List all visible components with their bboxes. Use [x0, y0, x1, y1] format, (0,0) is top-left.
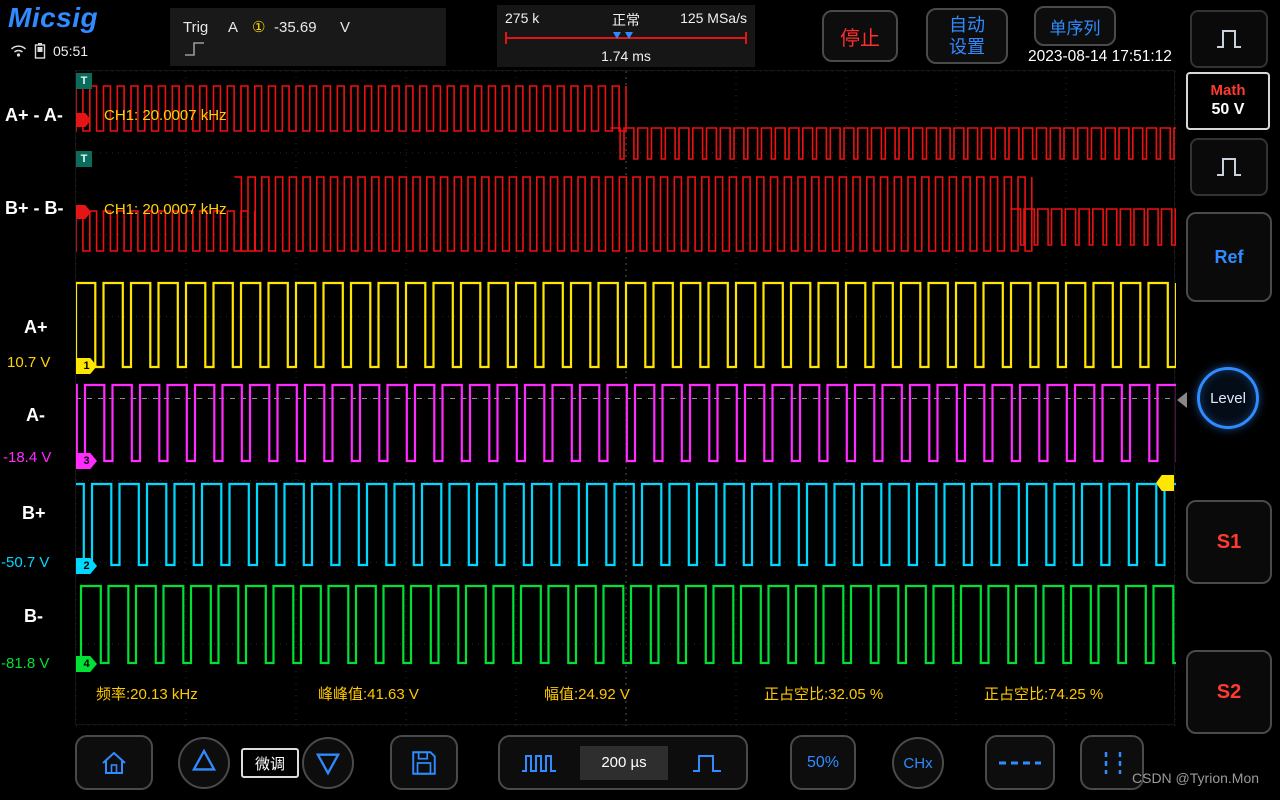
trigger-time-marker-2[interactable]: T [76, 151, 92, 167]
ch1-frequency-label-top: CH1: 20.0007 kHz [104, 107, 227, 124]
single-sequence-label: 单序列 [1049, 18, 1101, 38]
watermark: CSDN @Tyrion.Mon [1132, 770, 1260, 786]
measurement-amplitude: 幅值:24.92 V [544, 686, 630, 703]
acquisition-status-box[interactable]: 275 k 正常 125 MSa/s 1.74 ms [497, 5, 755, 67]
label-math-b[interactable]: B+ - B- [5, 198, 64, 219]
adjust-up-button[interactable] [178, 737, 230, 789]
channel-select-label: CHx [903, 754, 933, 772]
sample-rate: 125 MSa/s [680, 10, 747, 26]
math-label: Math [1210, 82, 1246, 100]
waveform-canvas [76, 71, 1176, 726]
record-timeline [505, 32, 747, 44]
trace-ch3-a-minus [76, 383, 1176, 463]
trigger-time-marker-1[interactable]: T [76, 73, 92, 89]
label-b-plus[interactable]: B+ [22, 503, 46, 524]
pulse-icon [1217, 30, 1241, 48]
clock: 05:51 [53, 42, 89, 59]
timebase-label: 200 µs [601, 754, 647, 771]
label-math-a[interactable]: A+ - A- [5, 105, 63, 126]
trigger-status-box[interactable]: Trig A ① -35.69 V [170, 8, 446, 66]
math-channel-button[interactable]: Math 50 V [1186, 72, 1270, 130]
stop-button[interactable]: 停止 [822, 10, 898, 62]
s1-button[interactable]: S1 [1186, 500, 1272, 584]
wave-shape-button-top[interactable] [1190, 10, 1268, 68]
waveform-display[interactable]: CH1: 20.0007 kHz CH1: 20.0007 kHz TT1324… [75, 70, 1176, 726]
ref-label: Ref [1214, 246, 1244, 267]
pulse-icon [1217, 158, 1241, 176]
fine-tune-label: 微调 [254, 755, 285, 773]
measurement-positive-duty-2: 正占空比:74.25 % [984, 686, 1104, 703]
stop-button-label: 停止 [840, 27, 880, 50]
cursors-icon [1104, 751, 1122, 774]
home-icon [102, 751, 126, 774]
fifty-percent-label: 50% [806, 753, 840, 771]
trace-math-a [76, 85, 1176, 160]
save-button[interactable] [390, 735, 458, 790]
s2-button[interactable]: S2 [1186, 650, 1272, 734]
trigger-level-unit: V [340, 19, 351, 36]
brand-logo: Micsig [8, 2, 99, 33]
s1-label: S1 [1216, 530, 1242, 553]
fifty-percent-button[interactable]: 50% [790, 735, 856, 790]
trigger-source-badge: ① [252, 19, 266, 36]
trace-ch1-a-plus [76, 281, 1176, 369]
ref-channel-button[interactable]: Ref [1186, 212, 1272, 302]
single-sequence-button[interactable]: 单序列 [1034, 6, 1116, 46]
status-bar: 05:51 [10, 42, 88, 59]
datetime-display: 2023-08-14 17:51:12 [1028, 48, 1172, 65]
level-pointer-icon [1177, 392, 1187, 408]
label-b-minus[interactable]: B- [24, 606, 43, 627]
math-scale-value: 50 V [1211, 101, 1245, 119]
trigger-label: Trig [183, 19, 209, 36]
wave-shape-button-mid[interactable] [1190, 138, 1268, 196]
measurement-frequency: 频率:20.13 kHz [96, 686, 198, 703]
zoom-in-wave-icon[interactable] [690, 751, 726, 775]
time-window: 1.74 ms [601, 48, 651, 64]
value-a-minus: -18.4 V [3, 449, 52, 466]
auto-setup-label-line2: 设置 [949, 37, 985, 57]
save-icon [412, 750, 436, 775]
zoom-out-wave-icon[interactable] [520, 751, 558, 775]
fine-tune-badge[interactable]: 微调 [241, 748, 299, 778]
trigger-line-button[interactable] [985, 735, 1055, 790]
home-button[interactable] [75, 735, 153, 790]
measurement-peak-to-peak: 峰峰值:41.63 V [318, 686, 419, 703]
measurement-positive-duty-1: 正占空比:32.05 % [764, 686, 884, 703]
value-b-plus: -50.7 V [1, 554, 50, 571]
trace-math-b [76, 176, 1176, 252]
channel-select-button[interactable]: CHx [892, 737, 944, 789]
battery-icon [34, 43, 46, 59]
auto-setup-label-line1: 自动 [949, 14, 985, 35]
label-a-minus[interactable]: A- [26, 405, 45, 426]
value-b-minus: -81.8 V [1, 655, 50, 672]
dashed-line-icon [999, 761, 1041, 764]
adjust-down-button[interactable] [302, 737, 354, 789]
ch1-frequency-label-bottom: CH1: 20.0007 kHz [104, 201, 227, 218]
trigger-channel: A [228, 19, 239, 36]
timebase-value[interactable]: 200 µs [580, 745, 668, 780]
triangle-up-icon [191, 748, 217, 771]
level-knob[interactable]: Level [1197, 367, 1259, 429]
oscilloscope-screen: Micsig 05:51 Trig A ① -35.69 V 275 k 正常 … [0, 0, 1280, 800]
rising-edge-icon [185, 42, 204, 56]
wifi-icon [10, 45, 27, 57]
value-a-plus: 10.7 V [7, 354, 51, 371]
auto-setup-button[interactable]: 自动 设置 [926, 8, 1008, 64]
s2-label: S2 [1216, 680, 1242, 703]
timebase-group: 200 µs [498, 735, 748, 790]
trigger-level-value: -35.69 [274, 19, 317, 36]
level-knob-label: Level [1210, 389, 1246, 407]
triangle-down-icon [315, 753, 341, 776]
label-a-plus[interactable]: A+ [24, 317, 48, 338]
